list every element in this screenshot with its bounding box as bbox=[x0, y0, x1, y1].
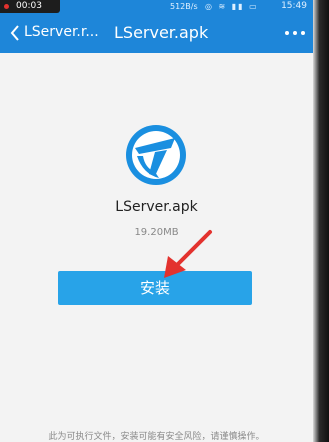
install-button[interactable]: 安装 bbox=[58, 271, 252, 305]
side-bezel bbox=[313, 0, 329, 442]
network-speed: 512B/s bbox=[170, 2, 198, 11]
screen: 00:03 512B/s ◎ ≋ ▮▮ ▭ 15:49 LServer.r...… bbox=[0, 0, 313, 442]
security-warning: 此为可执行文件，安装可能有安全风险，请谨慎操作。 bbox=[48, 432, 265, 442]
status-icons: ◎ ≋ ▮▮ ▭ bbox=[205, 0, 259, 13]
app-name: LServer.apk bbox=[115, 199, 198, 215]
app-size: 19.20MB bbox=[134, 227, 179, 238]
wifi-icon: ≋ bbox=[218, 2, 228, 11]
title-bar: LServer.r... LServer.apk bbox=[0, 13, 313, 53]
status-bar: 00:03 512B/s ◎ ≋ ▮▮ ▭ 15:49 bbox=[0, 0, 313, 13]
recording-time: 00:03 bbox=[16, 1, 42, 11]
page-title: LServer.apk bbox=[114, 23, 209, 42]
back-button[interactable]: LServer.r... bbox=[4, 13, 100, 53]
recording-badge: 00:03 bbox=[0, 0, 60, 13]
chevron-left-icon bbox=[10, 25, 19, 41]
back-label: LServer.r... bbox=[24, 24, 99, 40]
more-dots-icon bbox=[285, 31, 289, 35]
app-logo-icon bbox=[126, 125, 186, 185]
record-dot-icon bbox=[4, 4, 9, 9]
battery-icon: ▭ bbox=[249, 2, 259, 11]
alarm-icon: ◎ bbox=[205, 2, 214, 11]
signal-icon: ▮▮ bbox=[231, 2, 245, 11]
more-options-button[interactable] bbox=[285, 25, 305, 41]
clock: 15:49 bbox=[281, 1, 307, 11]
